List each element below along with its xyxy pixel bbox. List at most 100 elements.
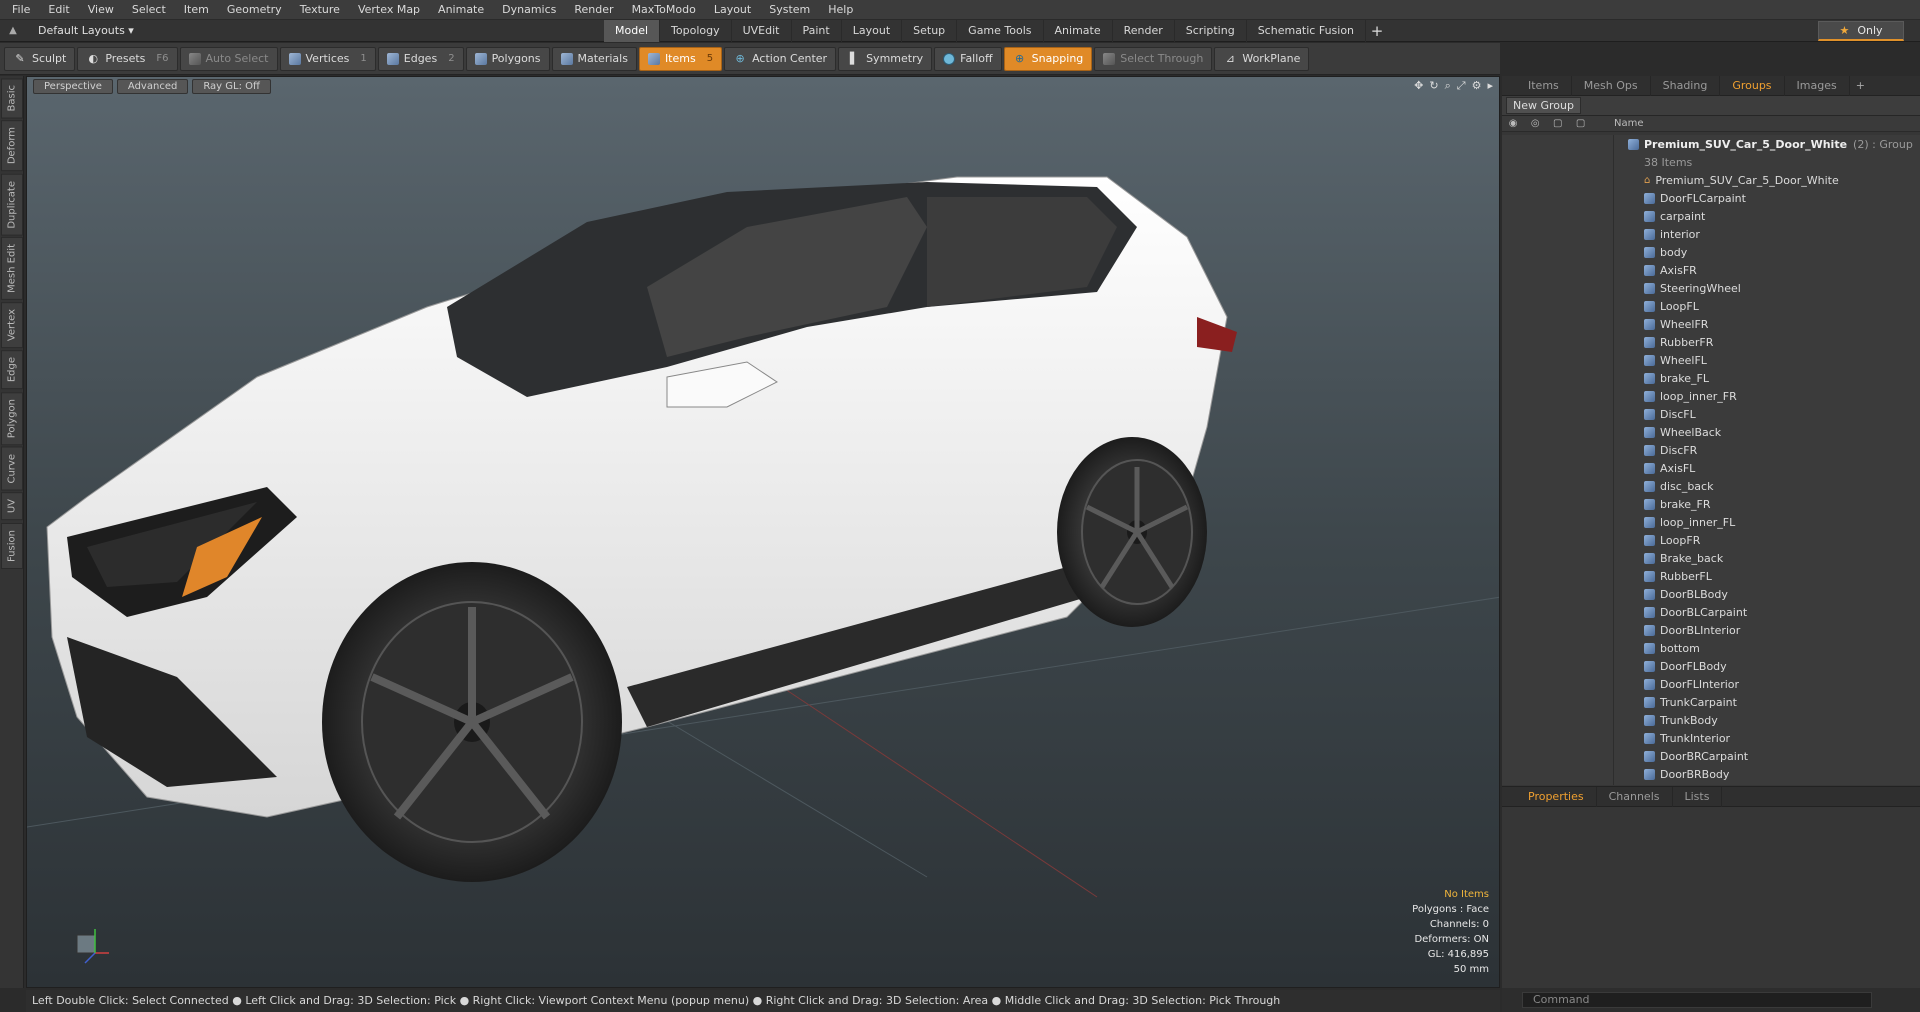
tree-item[interactable]: DoorFLBody xyxy=(1502,657,1920,675)
raygl-button[interactable]: Ray GL: Off xyxy=(192,78,271,94)
sidebar-tab-duplicate[interactable]: Duplicate xyxy=(1,173,23,236)
menu-item-view[interactable]: View xyxy=(79,0,123,20)
tree-item[interactable]: AxisFL xyxy=(1502,459,1920,477)
tree-item[interactable]: WheelFL xyxy=(1502,351,1920,369)
viewport-expand-icon[interactable]: ▸ xyxy=(1487,79,1493,93)
select-through-button[interactable]: Select Through xyxy=(1094,46,1213,71)
visibility-col-icon[interactable]: ◉ xyxy=(1509,118,1518,129)
snapping-button[interactable]: ⊕ Snapping xyxy=(1003,46,1093,71)
tree-item[interactable]: TrunkInterior xyxy=(1502,729,1920,747)
tree-item[interactable]: disc_back xyxy=(1502,477,1920,495)
menu-item-item[interactable]: Item xyxy=(175,0,218,20)
tree-item[interactable]: LoopFR xyxy=(1502,531,1920,549)
tab-paint[interactable]: Paint xyxy=(792,20,842,42)
menu-item-dynamics[interactable]: Dynamics xyxy=(493,0,565,20)
polygons-button[interactable]: Polygons xyxy=(465,46,550,71)
vertices-button[interactable]: Vertices 1 xyxy=(279,46,376,71)
render-col-icon[interactable]: ◎ xyxy=(1531,118,1540,129)
collapse-icon[interactable]: ▲ xyxy=(0,20,26,42)
menu-item-vertex-map[interactable]: Vertex Map xyxy=(349,0,429,20)
panel-tab-images[interactable]: Images xyxy=(1785,75,1850,96)
rotate-view-icon[interactable]: ↻ xyxy=(1429,79,1438,93)
tree-item[interactable]: ⌂ Premium_SUV_Car_5_Door_White xyxy=(1502,171,1920,189)
tab-model[interactable]: Model xyxy=(604,20,661,42)
tab-schematic-fusion[interactable]: Schematic Fusion xyxy=(1247,20,1367,42)
sidebar-tab-basic[interactable]: Basic xyxy=(1,78,23,119)
tree-root-group[interactable]: Premium_SUV_Car_5_Door_White (2) : Group xyxy=(1502,135,1920,153)
add-tab-icon[interactable]: + xyxy=(1366,20,1388,42)
select-col-icon[interactable]: ▢ xyxy=(1576,118,1585,129)
viewport-settings-icon[interactable]: ⚙ xyxy=(1472,79,1482,93)
advanced-button[interactable]: Advanced xyxy=(116,78,189,94)
presets-button[interactable]: ◐ Presets F6 xyxy=(77,46,178,71)
tree-item[interactable]: DoorFLCarpaint xyxy=(1502,189,1920,207)
tree-item[interactable]: WheelFR xyxy=(1502,315,1920,333)
workplane-button[interactable]: ⊿ WorkPlane xyxy=(1214,46,1310,71)
tree-item[interactable]: interior xyxy=(1502,225,1920,243)
tree-item[interactable]: DoorBRInterior xyxy=(1502,783,1920,785)
command-input[interactable]: Command xyxy=(1522,992,1872,1008)
new-group-button[interactable]: New Group xyxy=(1506,97,1581,114)
tree-item[interactable]: DoorBRCarpaint xyxy=(1502,747,1920,765)
tab-setup[interactable]: Setup xyxy=(902,20,958,42)
sculpt-button[interactable]: ✎ Sculpt xyxy=(4,46,76,71)
tree-item[interactable]: SteeringWheel xyxy=(1502,279,1920,297)
lock-col-icon[interactable]: ▢ xyxy=(1553,118,1562,129)
tab-animate[interactable]: Animate xyxy=(1044,20,1113,42)
tree-item[interactable]: AxisFR xyxy=(1502,261,1920,279)
menu-item-help[interactable]: Help xyxy=(819,0,862,20)
tree-item[interactable]: loop_inner_FL xyxy=(1502,513,1920,531)
tree-item[interactable]: Brake_back xyxy=(1502,549,1920,567)
zoom-view-icon[interactable]: ⌕ xyxy=(1445,79,1451,93)
items-button[interactable]: Items 5 xyxy=(638,46,723,71)
panel-tab-groups[interactable]: Groups xyxy=(1720,75,1785,96)
tree-item[interactable]: RubberFL xyxy=(1502,567,1920,585)
tree-item[interactable]: DoorBLCarpaint xyxy=(1502,603,1920,621)
tree-item[interactable]: LoopFL xyxy=(1502,297,1920,315)
menu-item-animate[interactable]: Animate xyxy=(429,0,493,20)
menu-item-maxtomodo[interactable]: MaxToModo xyxy=(623,0,705,20)
sidebar-tab-vertex[interactable]: Vertex xyxy=(1,302,23,349)
default-layouts-dropdown[interactable]: Default Layouts ▾ xyxy=(26,20,142,42)
tab-topology[interactable]: Topology xyxy=(660,20,732,42)
menu-item-texture[interactable]: Texture xyxy=(291,0,349,20)
sidebar-tab-fusion[interactable]: Fusion xyxy=(1,522,23,569)
tree-item[interactable]: bottom xyxy=(1502,639,1920,657)
3d-viewport[interactable]: Perspective Advanced Ray GL: Off ✥ ↻ ⌕ ⤢… xyxy=(26,76,1500,988)
tab-layout[interactable]: Layout xyxy=(842,20,903,42)
symmetry-button[interactable]: ▌ Symmetry xyxy=(838,46,933,71)
perspective-button[interactable]: Perspective xyxy=(33,78,113,94)
move-view-icon[interactable]: ✥ xyxy=(1414,79,1423,93)
falloff-button[interactable]: Falloff xyxy=(934,46,1002,71)
tree-item[interactable]: loop_inner_FR xyxy=(1502,387,1920,405)
tree-item[interactable]: brake_FR xyxy=(1502,495,1920,513)
fit-view-icon[interactable]: ⤢ xyxy=(1457,79,1466,93)
only-button[interactable]: ★ Only xyxy=(1818,21,1904,41)
materials-button[interactable]: Materials xyxy=(551,46,637,71)
tree-item[interactable]: DoorFLInterior xyxy=(1502,675,1920,693)
menu-item-layout[interactable]: Layout xyxy=(705,0,760,20)
sidebar-tab-edge[interactable]: Edge xyxy=(1,350,23,390)
menu-item-render[interactable]: Render xyxy=(565,0,622,20)
props-tab-lists[interactable]: Lists xyxy=(1673,786,1723,807)
sidebar-tab-uv[interactable]: UV xyxy=(1,492,23,521)
tree-item[interactable]: DoorBLInterior xyxy=(1502,621,1920,639)
menu-item-system[interactable]: System xyxy=(760,0,819,20)
tree-item[interactable]: DiscFL xyxy=(1502,405,1920,423)
tree-item[interactable]: carpaint xyxy=(1502,207,1920,225)
tree-item[interactable]: DiscFR xyxy=(1502,441,1920,459)
menu-item-geometry[interactable]: Geometry xyxy=(218,0,291,20)
tree-item[interactable]: TrunkCarpaint xyxy=(1502,693,1920,711)
menu-item-select[interactable]: Select xyxy=(123,0,175,20)
panel-tab-items[interactable]: Items xyxy=(1516,75,1572,96)
tree-item[interactable]: body xyxy=(1502,243,1920,261)
tab-game-tools[interactable]: Game Tools xyxy=(957,20,1044,42)
tree-item[interactable]: WheelBack xyxy=(1502,423,1920,441)
auto-select-button[interactable]: Auto Select xyxy=(179,46,278,71)
menu-item-edit[interactable]: Edit xyxy=(39,0,78,20)
tree-item[interactable]: DoorBLBody xyxy=(1502,585,1920,603)
panel-tab-shading[interactable]: Shading xyxy=(1651,75,1721,96)
tab-uvedit[interactable]: UVEdit xyxy=(732,20,792,42)
action-center-button[interactable]: ⊕ Action Center xyxy=(724,46,837,71)
tree-item[interactable]: brake_FL xyxy=(1502,369,1920,387)
